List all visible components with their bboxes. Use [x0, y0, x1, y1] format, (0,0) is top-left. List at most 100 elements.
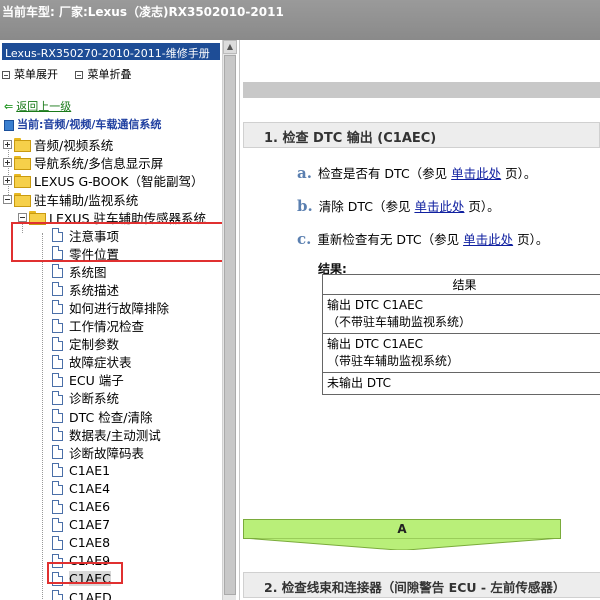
tree-doc-label: 系统图 — [69, 264, 107, 280]
step-letter: a. — [297, 164, 312, 182]
expand-icon — [2, 71, 10, 79]
collapse-menu-button[interactable]: 菜单折叠 — [75, 68, 131, 81]
tree-folder-label: 音频/视频系统 — [34, 137, 114, 153]
step-letter: b. — [297, 197, 313, 215]
back-arrow-icon: ⇐ — [4, 100, 14, 113]
document-icon — [52, 517, 63, 532]
tree-doc-item[interactable]: 注意事项 — [52, 226, 119, 244]
folder-icon — [14, 174, 31, 188]
step-link[interactable]: 单击此处 — [414, 199, 464, 214]
document-icon — [52, 336, 63, 351]
tree-doc-item[interactable]: 故障症状表 — [52, 353, 132, 371]
document-icon — [52, 354, 63, 369]
highlight-box — [11, 222, 229, 262]
expand-menu-label: 菜单展开 — [14, 68, 58, 81]
step-suffix: 页）。 — [464, 199, 500, 214]
tree-folder-label: 驻车辅助/监视系统 — [34, 192, 139, 208]
step-text: 清除 DTC（参见 — [318, 199, 415, 214]
table-header-row: 结果 — [322, 274, 600, 295]
scrollbar-thumb[interactable] — [224, 55, 236, 595]
tree-doc-label: 注意事项 — [69, 228, 120, 244]
tree-folder-parking-assist[interactable]: 驻车辅助/监视系统 — [3, 190, 138, 208]
step-b: b. 清除 DTC（参见 单击此处 页）。 — [297, 196, 500, 215]
tree-doc-label: 数据表/主动测试 — [69, 427, 161, 443]
tree-doc-item[interactable]: DTC 检查/清除 — [52, 407, 152, 425]
tree-doc-label: C1AE4 — [69, 480, 111, 496]
highlight-box — [47, 562, 123, 584]
current-path: 当前:音频/视频/车载通信系统 — [4, 116, 161, 132]
folder-icon — [14, 156, 31, 170]
tree-folder-audio-video[interactable]: 音频/视频系统 — [3, 135, 113, 153]
tree-folder-navigation[interactable]: 导航系统/多信息显示屏 — [3, 153, 163, 171]
step-c: c. 重新检查有无 DTC（参见 单击此处 页）。 — [297, 229, 548, 248]
document-icon — [52, 300, 63, 315]
expand-icon[interactable] — [3, 157, 12, 167]
tree-doc-item[interactable]: C1AE6 — [52, 498, 110, 516]
tree-doc-label: DTC 检查/清除 — [69, 409, 153, 425]
tree-doc-item[interactable]: 定制参数 — [52, 335, 119, 353]
tree-doc-label: C1AE8 — [69, 535, 111, 551]
tree-doc-item[interactable]: 零件位置 — [52, 244, 119, 262]
tree-doc-item[interactable]: C1AE7 — [52, 516, 110, 534]
document-icon — [52, 499, 63, 514]
tree-doc-item[interactable]: 如何进行故障排除 — [52, 298, 169, 316]
collapse-icon[interactable] — [18, 212, 27, 222]
tree-folder-label: 导航系统/多信息显示屏 — [34, 155, 164, 171]
tree-doc-label: 零件位置 — [69, 246, 120, 262]
table-row: 未输出 DTC — [322, 372, 600, 395]
expand-icon[interactable] — [3, 139, 12, 149]
tree-doc-item[interactable]: 系统图 — [52, 262, 107, 280]
table-cell: 未输出 DTC — [322, 372, 600, 395]
step-text: 重新检查有无 DTC（参见 — [317, 232, 464, 247]
step-link[interactable]: 单击此处 — [463, 232, 513, 247]
tree-doc-item[interactable]: 工作情况检查 — [52, 317, 144, 335]
step-suffix: 页）。 — [501, 166, 537, 181]
tree-doc-label: ECU 端子 — [69, 373, 124, 389]
current-path-label: 当前:音频/视频/车载通信系统 — [17, 118, 162, 131]
collapse-icon[interactable] — [3, 194, 12, 204]
menu-toggle-row: 菜单展开 菜单折叠 — [2, 66, 131, 82]
main-content: 1. 检查 DTC 输出 (C1AEC) a. 检查是否有 DTC（参见 单击此处… — [243, 40, 600, 600]
step-letter: c. — [297, 230, 312, 248]
tree-doc-item[interactable]: 系统描述 — [52, 280, 119, 298]
tree-doc-item[interactable]: 诊断系统 — [52, 389, 119, 407]
table-row: 输出 DTC C1AEC （不带驻车辅助监视系统） — [322, 294, 600, 334]
expand-icon[interactable] — [3, 175, 12, 185]
tree-doc-item[interactable]: C1AED — [52, 588, 112, 600]
cell-line: 输出 DTC C1AEC — [327, 298, 424, 312]
tree-doc-item[interactable]: 诊断故障码表 — [52, 443, 144, 461]
tree-doc-item[interactable]: 数据表/主动测试 — [52, 425, 161, 443]
collapse-menu-label: 菜单折叠 — [87, 68, 132, 81]
step-a: a. 检查是否有 DTC（参见 单击此处 页）。 — [297, 163, 536, 182]
document-icon — [52, 445, 63, 460]
tree-doc-label: C1AED — [69, 589, 112, 600]
document-icon — [52, 228, 63, 242]
tree-doc-label: C1AE6 — [69, 499, 111, 514]
tree-folder-label: LEXUS G-BOOK（智能副驾） — [34, 173, 204, 189]
step-suffix: 页）。 — [513, 232, 549, 247]
scroll-up-icon[interactable]: ▲ — [223, 40, 237, 54]
collapse-icon — [75, 71, 84, 79]
tree-doc-item[interactable]: C1AE1 — [52, 461, 110, 479]
table-cell: 输出 DTC C1AEC （不带驻车辅助监视系统） — [322, 294, 600, 334]
back-link[interactable]: ⇐ 返回上一级 — [4, 98, 71, 114]
step-link[interactable]: 单击此处 — [451, 166, 501, 181]
document-icon — [52, 409, 63, 423]
document-icon — [52, 463, 63, 478]
tree-folder-gbook[interactable]: LEXUS G-BOOK（智能副驾） — [3, 171, 203, 189]
section-2-title: 2. 检查线束和连接器（间隙警告 ECU - 左前传感器） — [243, 572, 600, 598]
cell-line: （带驻车辅助监视系统） — [327, 354, 460, 368]
left-nav-panel: Lexus-RX350270-2010-2011-维修手册 菜单展开 菜单折叠 … — [0, 40, 240, 600]
sidebar-scrollbar[interactable]: ▲ — [222, 40, 237, 600]
document-icon — [52, 535, 63, 550]
tree-doc-item[interactable]: C1AE8 — [52, 534, 110, 552]
divider-bar — [243, 82, 600, 98]
branch-a-bar[interactable]: A — [243, 519, 561, 539]
manual-title: Lexus-RX350270-2010-2011-维修手册 — [2, 43, 220, 60]
section-1-title: 1. 检查 DTC 输出 (C1AEC) — [243, 122, 600, 148]
tree-doc-label: 如何进行故障排除 — [69, 300, 170, 316]
tree-doc-item[interactable]: C1AE4 — [52, 479, 110, 497]
tree-doc-item[interactable]: ECU 端子 — [52, 371, 124, 389]
expand-menu-button[interactable]: 菜单展开 — [2, 68, 58, 81]
open-folder-icon — [14, 193, 31, 207]
